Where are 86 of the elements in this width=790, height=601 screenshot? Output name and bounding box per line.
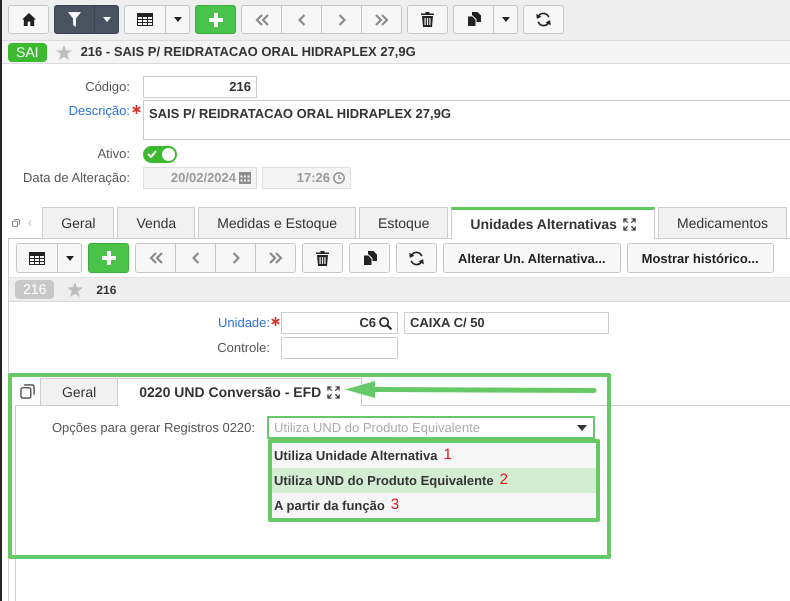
- trash-icon: [421, 12, 434, 27]
- home-button[interactable]: [8, 5, 49, 34]
- copy-icon: [362, 250, 376, 266]
- caret-icon: [102, 17, 110, 22]
- caret-icon: [66, 256, 74, 260]
- tab[interactable]: Medidas e Estoque: [198, 207, 356, 238]
- annotation-number: 2: [500, 470, 508, 490]
- refresh-button[interactable]: [396, 243, 437, 273]
- previous-record-button[interactable]: [281, 5, 322, 34]
- tab[interactable]: Geral: [40, 378, 118, 405]
- dropdown-option[interactable]: Utiliza UND do Produto Equivalente 2: [272, 468, 596, 493]
- field-label: Data de Alteração:: [22, 169, 130, 187]
- text-field[interactable]: [281, 337, 398, 359]
- field-label: Código:: [84, 78, 130, 96]
- refresh-icon: [536, 12, 551, 27]
- overlapping-squares-icon[interactable]: [20, 384, 35, 399]
- copy-icon: [466, 12, 480, 27]
- duplicate-button[interactable]: [349, 243, 390, 273]
- chevron-right-icon: [338, 14, 346, 26]
- filter-icon: [68, 12, 81, 27]
- tab[interactable]: Venda: [117, 207, 196, 238]
- table-icon: [29, 252, 45, 264]
- star-icon[interactable]: [56, 44, 72, 60]
- dropdown-option[interactable]: Utiliza Unidade Alternativa 1: [272, 443, 596, 468]
- tab[interactable]: Medicamentos: [658, 207, 787, 238]
- expand-icon[interactable]: [327, 386, 340, 399]
- double-chevron-right-icon: [268, 252, 282, 264]
- add-button[interactable]: [195, 5, 236, 34]
- caret-icon: [577, 424, 587, 430]
- action-button[interactable]: Mostrar histórico...: [626, 243, 774, 273]
- field-label: Unidade:: [216, 314, 270, 332]
- caret-icon: [174, 17, 182, 22]
- filter-options-button[interactable]: [94, 5, 119, 34]
- field-label: Descrição:: [68, 102, 130, 120]
- expand-icon[interactable]: [622, 218, 636, 231]
- first-record-button[interactable]: [241, 5, 282, 34]
- plus-icon: [208, 12, 222, 26]
- caret-icon: [502, 17, 510, 22]
- table-view-button[interactable]: [124, 5, 166, 34]
- star-icon[interactable]: [67, 282, 84, 297]
- record-title: 216 - SAIS P/ REIDRATACAO ORAL HIDRAPLEX 27,9G: [80, 43, 416, 62]
- annotation-number: 3: [390, 495, 400, 516]
- tab[interactable]: Unidades Alternativas: [451, 207, 655, 239]
- record-title: 216: [96, 282, 116, 298]
- delete-button[interactable]: [302, 243, 343, 273]
- annotation-number: 1: [444, 445, 452, 466]
- table-view-button[interactable]: [16, 243, 58, 273]
- table-icon: [137, 13, 153, 26]
- field-label: Opções para gerar Registros 0220:: [50, 418, 255, 437]
- field-label: Ativo:: [96, 145, 130, 163]
- action-button[interactable]: Alterar Un. Alternativa...: [443, 243, 621, 273]
- tab[interactable]: Estoque: [359, 207, 448, 238]
- toggle-switch[interactable]: [143, 146, 177, 162]
- double-chevron-left-icon: [254, 14, 268, 26]
- description-field[interactable]: SAIS P/ REIDRATACAO ORAL HIDRAPLEX 27,9G: [143, 100, 790, 140]
- chevron-right-icon: [232, 252, 240, 264]
- tab[interactable]: 0220 UND Conversão - EFD: [118, 378, 362, 406]
- refresh-button[interactable]: [523, 5, 564, 34]
- search-icon[interactable]: [379, 316, 392, 330]
- field-label: Controle:: [216, 339, 270, 357]
- tab[interactable]: Geral: [42, 207, 114, 238]
- home-icon: [22, 13, 36, 26]
- double-chevron-right-icon: [374, 14, 388, 26]
- dropdown-option[interactable]: A partir da função 3: [272, 493, 596, 518]
- refresh-icon: [409, 250, 424, 266]
- check-icon: [147, 150, 157, 158]
- plus-icon: [102, 251, 116, 265]
- delete-button[interactable]: [407, 5, 448, 34]
- first-record-button[interactable]: [135, 243, 176, 273]
- view-options-button[interactable]: [57, 243, 82, 273]
- duplicate-options-button[interactable]: [493, 5, 518, 34]
- filter-button[interactable]: [54, 5, 95, 34]
- last-record-button[interactable]: [255, 243, 296, 273]
- duplicate-button[interactable]: [453, 5, 494, 34]
- next-record-button[interactable]: [321, 5, 362, 34]
- view-options-button[interactable]: [165, 5, 190, 34]
- last-record-button[interactable]: [361, 5, 402, 34]
- trash-icon: [316, 250, 329, 266]
- unit-code-field[interactable]: C6: [281, 312, 398, 334]
- code-field[interactable]: 216: [143, 76, 257, 98]
- add-button[interactable]: [88, 243, 129, 273]
- chevron-left-icon: [298, 14, 306, 26]
- unit-description-field[interactable]: CAIXA C/ 50: [404, 312, 609, 334]
- double-chevron-left-icon: [148, 252, 162, 264]
- record-badge: SAI: [8, 42, 47, 62]
- chevron-left-icon: [192, 252, 200, 264]
